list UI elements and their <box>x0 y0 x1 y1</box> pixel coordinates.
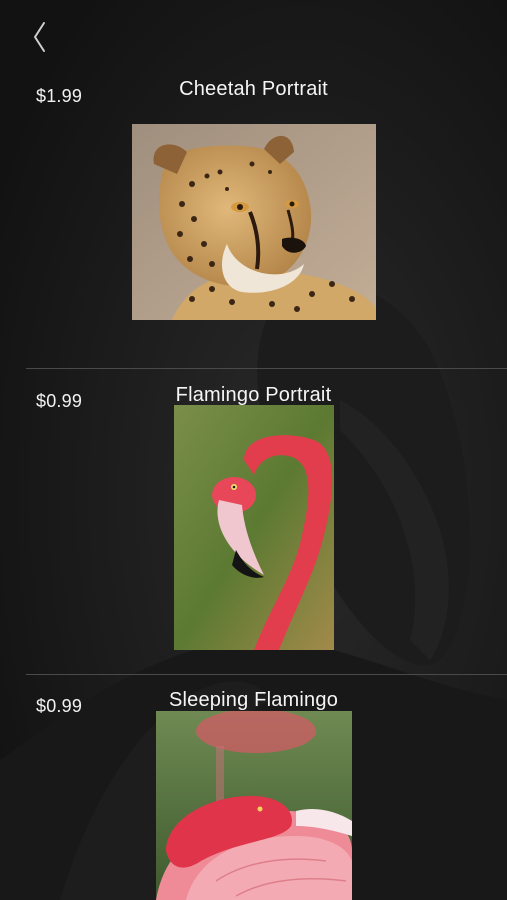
product-title: Sleeping Flamingo <box>168 689 339 711</box>
product-title: Cheetah Portrait <box>179 78 328 100</box>
back-button[interactable] <box>24 18 58 56</box>
product-item[interactable]: $0.99 Sleeping Flamingo <box>0 675 507 900</box>
product-item[interactable]: $1.99 Cheetah Portrait <box>0 0 507 368</box>
sleeping-flamingo-photo[interactable] <box>156 711 352 900</box>
chevron-left-icon <box>34 22 45 52</box>
cheetah-photo[interactable] <box>132 124 376 320</box>
product-title: Flamingo Portrait <box>175 384 332 406</box>
product-item[interactable]: $0.99 Flamingo Portrait <box>0 369 507 674</box>
flamingo-portrait-photo[interactable] <box>174 405 334 650</box>
